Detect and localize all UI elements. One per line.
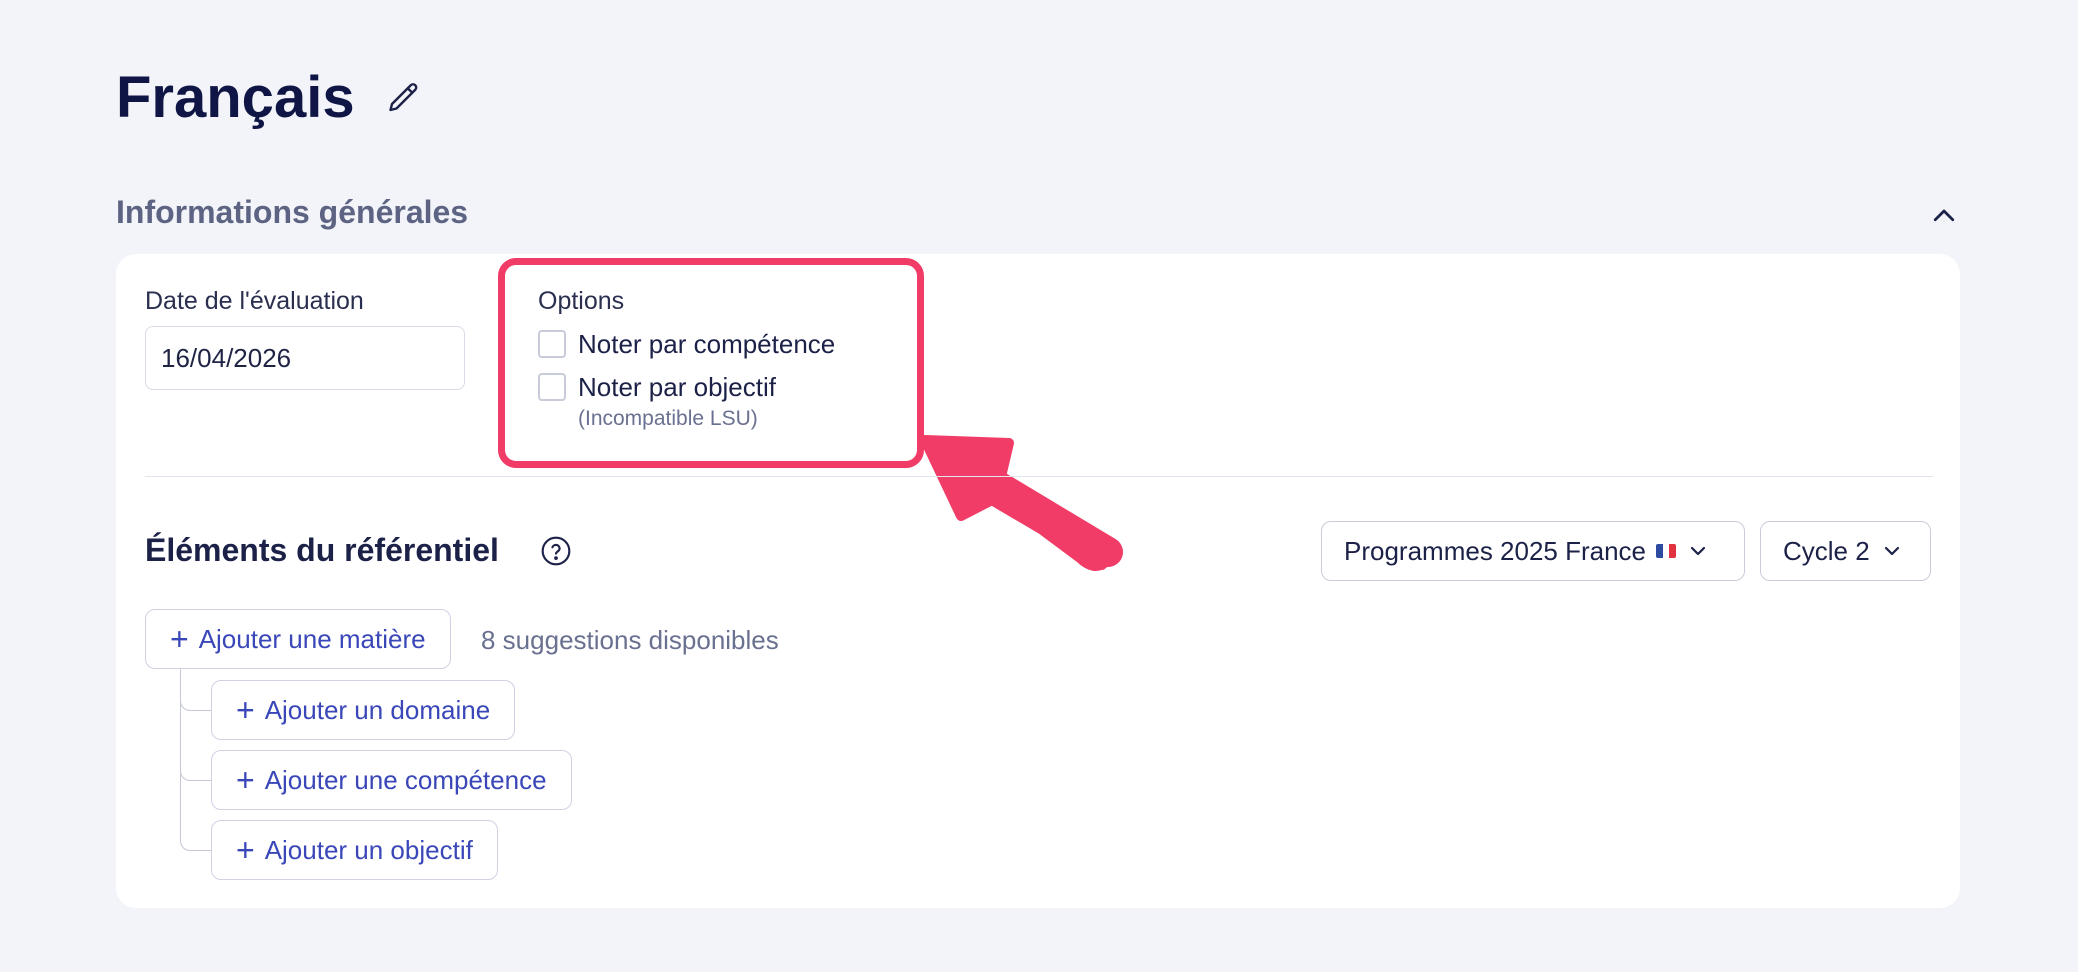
- plus-icon: +: [170, 621, 189, 657]
- cycle-select[interactable]: Cycle 2: [1760, 521, 1931, 581]
- date-label: Date de l'évaluation: [145, 287, 364, 315]
- referentiel-title: Éléments du référentiel: [145, 532, 499, 568]
- chevron-down-icon: [1690, 546, 1706, 556]
- options-label: Options: [538, 287, 625, 315]
- section-divider: [145, 476, 1933, 477]
- competence-checkbox-label: Noter par compétence: [578, 329, 836, 359]
- chevron-up-icon: [1933, 209, 1955, 222]
- tree-connector: [180, 750, 212, 781]
- page-title: Français: [116, 65, 355, 130]
- add-matiere-button[interactable]: + Ajouter une matière: [145, 609, 451, 669]
- plus-icon: +: [236, 832, 255, 868]
- tree-connector: [180, 680, 212, 711]
- add-matiere-label: Ajouter une matière: [198, 623, 426, 654]
- tree-connector: [180, 820, 212, 851]
- objectif-note: (Incompatible LSU): [578, 407, 758, 430]
- add-domaine-label: Ajouter un domaine: [264, 694, 491, 725]
- objectif-checkbox-label: Noter par objectif: [578, 372, 776, 402]
- plus-icon: +: [236, 762, 255, 798]
- date-input[interactable]: [145, 326, 465, 390]
- option-competence[interactable]: Noter par compétence: [538, 328, 835, 360]
- help-circle-icon: [541, 536, 571, 566]
- add-competence-label: Ajouter une compétence: [264, 764, 547, 795]
- program-select-value: Programmes 2025 France: [1344, 535, 1647, 566]
- france-flag-icon: [1656, 544, 1677, 558]
- program-select[interactable]: Programmes 2025 France: [1321, 521, 1745, 581]
- edit-title-button[interactable]: [384, 78, 424, 118]
- cycle-select-value: Cycle 2: [1783, 535, 1870, 566]
- add-objectif-button[interactable]: + Ajouter un objectif: [211, 820, 498, 880]
- plus-icon: +: [236, 692, 255, 728]
- objectif-checkbox[interactable]: [538, 373, 566, 401]
- section-title-general: Informations générales: [116, 194, 469, 230]
- chevron-down-icon: [1884, 546, 1899, 556]
- add-competence-button[interactable]: + Ajouter une compétence: [211, 750, 572, 810]
- collapse-section-button[interactable]: [1924, 196, 1964, 236]
- add-domaine-button[interactable]: + Ajouter un domaine: [211, 680, 516, 740]
- referentiel-help-button[interactable]: [538, 533, 574, 569]
- suggestions-count: 8 suggestions disponibles: [481, 625, 779, 655]
- option-objectif[interactable]: Noter par objectif: [538, 371, 776, 403]
- pencil-icon: [389, 83, 418, 112]
- competence-checkbox[interactable]: [538, 330, 566, 358]
- add-objectif-label: Ajouter un objectif: [264, 834, 473, 865]
